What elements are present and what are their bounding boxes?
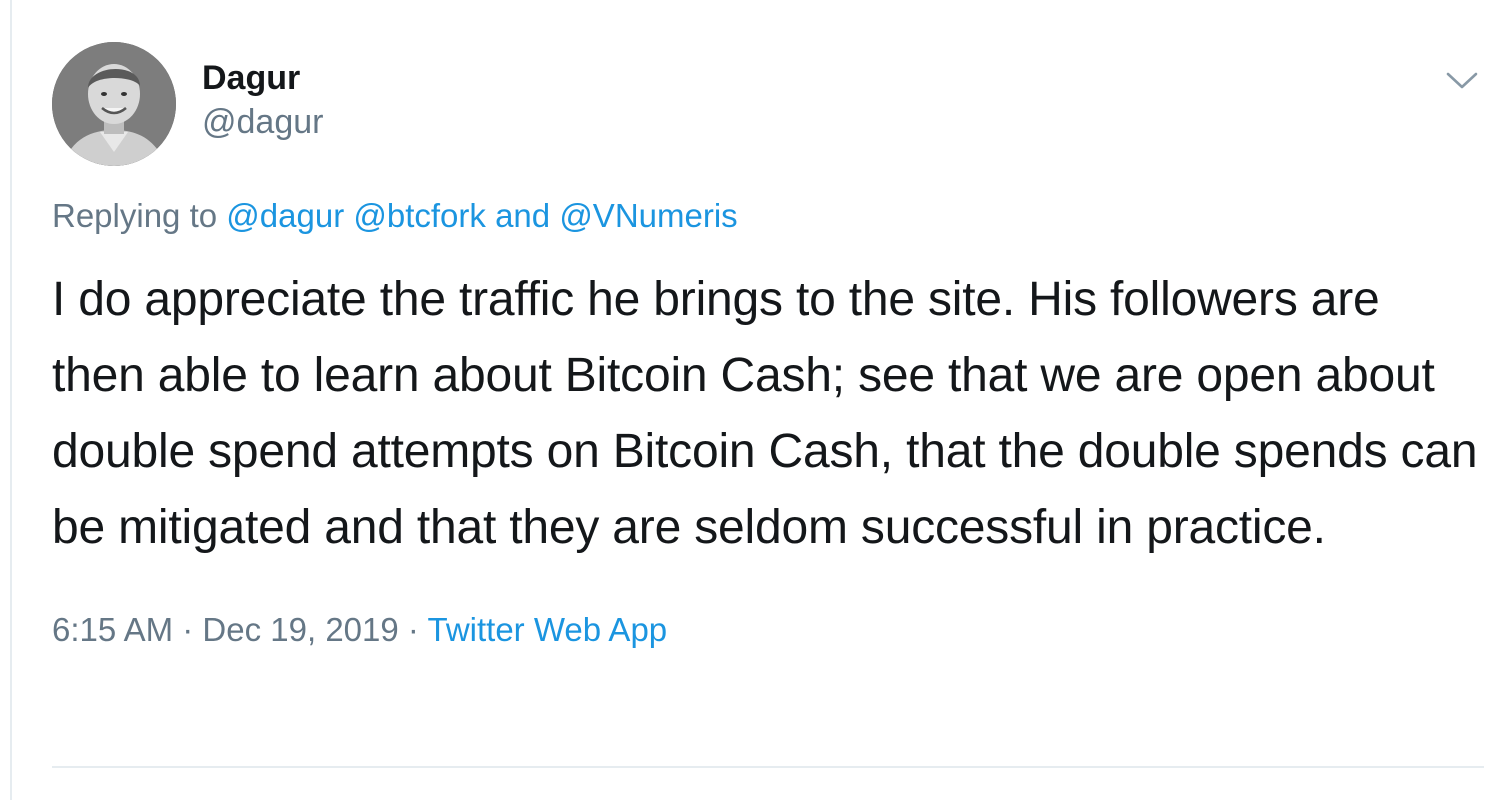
- mention-link-btcfork[interactable]: @btcfork: [353, 197, 486, 234]
- tweet-time[interactable]: 6:15 AM: [52, 611, 173, 648]
- author-names: Dagur @dagur: [202, 56, 323, 144]
- tweet-text: I do appreciate the traffic he brings to…: [52, 273, 1478, 554]
- replying-prefix: Replying to: [52, 197, 218, 234]
- mention-link-dagur[interactable]: @dagur: [226, 197, 344, 234]
- avatar[interactable]: [52, 42, 176, 166]
- tweet-header: Dagur @dagur: [52, 42, 1482, 172]
- timeline-left-border: [10, 0, 12, 800]
- chevron-down-icon[interactable]: [1442, 60, 1482, 100]
- mention-link-vnumeris[interactable]: @VNumeris: [559, 197, 737, 234]
- tweet: Dagur @dagur Replying to @dagur @btcfork…: [52, 42, 1482, 652]
- divider: [52, 766, 1484, 768]
- meta-separator-1: ·: [182, 611, 194, 648]
- tweet-source-link[interactable]: Twitter Web App: [427, 611, 667, 648]
- meta-separator-2: ·: [407, 611, 419, 648]
- avatar-photo: [52, 42, 176, 166]
- user-handle[interactable]: @dagur: [202, 100, 323, 144]
- replying-to: Replying to @dagur @btcfork and @VNumeri…: [52, 194, 1482, 238]
- display-name[interactable]: Dagur: [202, 56, 323, 100]
- tweet-date[interactable]: Dec 19, 2019: [202, 611, 398, 648]
- replying-and[interactable]: and: [495, 197, 550, 234]
- tweet-meta: 6:15 AM · Dec 19, 2019 · Twitter Web App: [52, 608, 1482, 652]
